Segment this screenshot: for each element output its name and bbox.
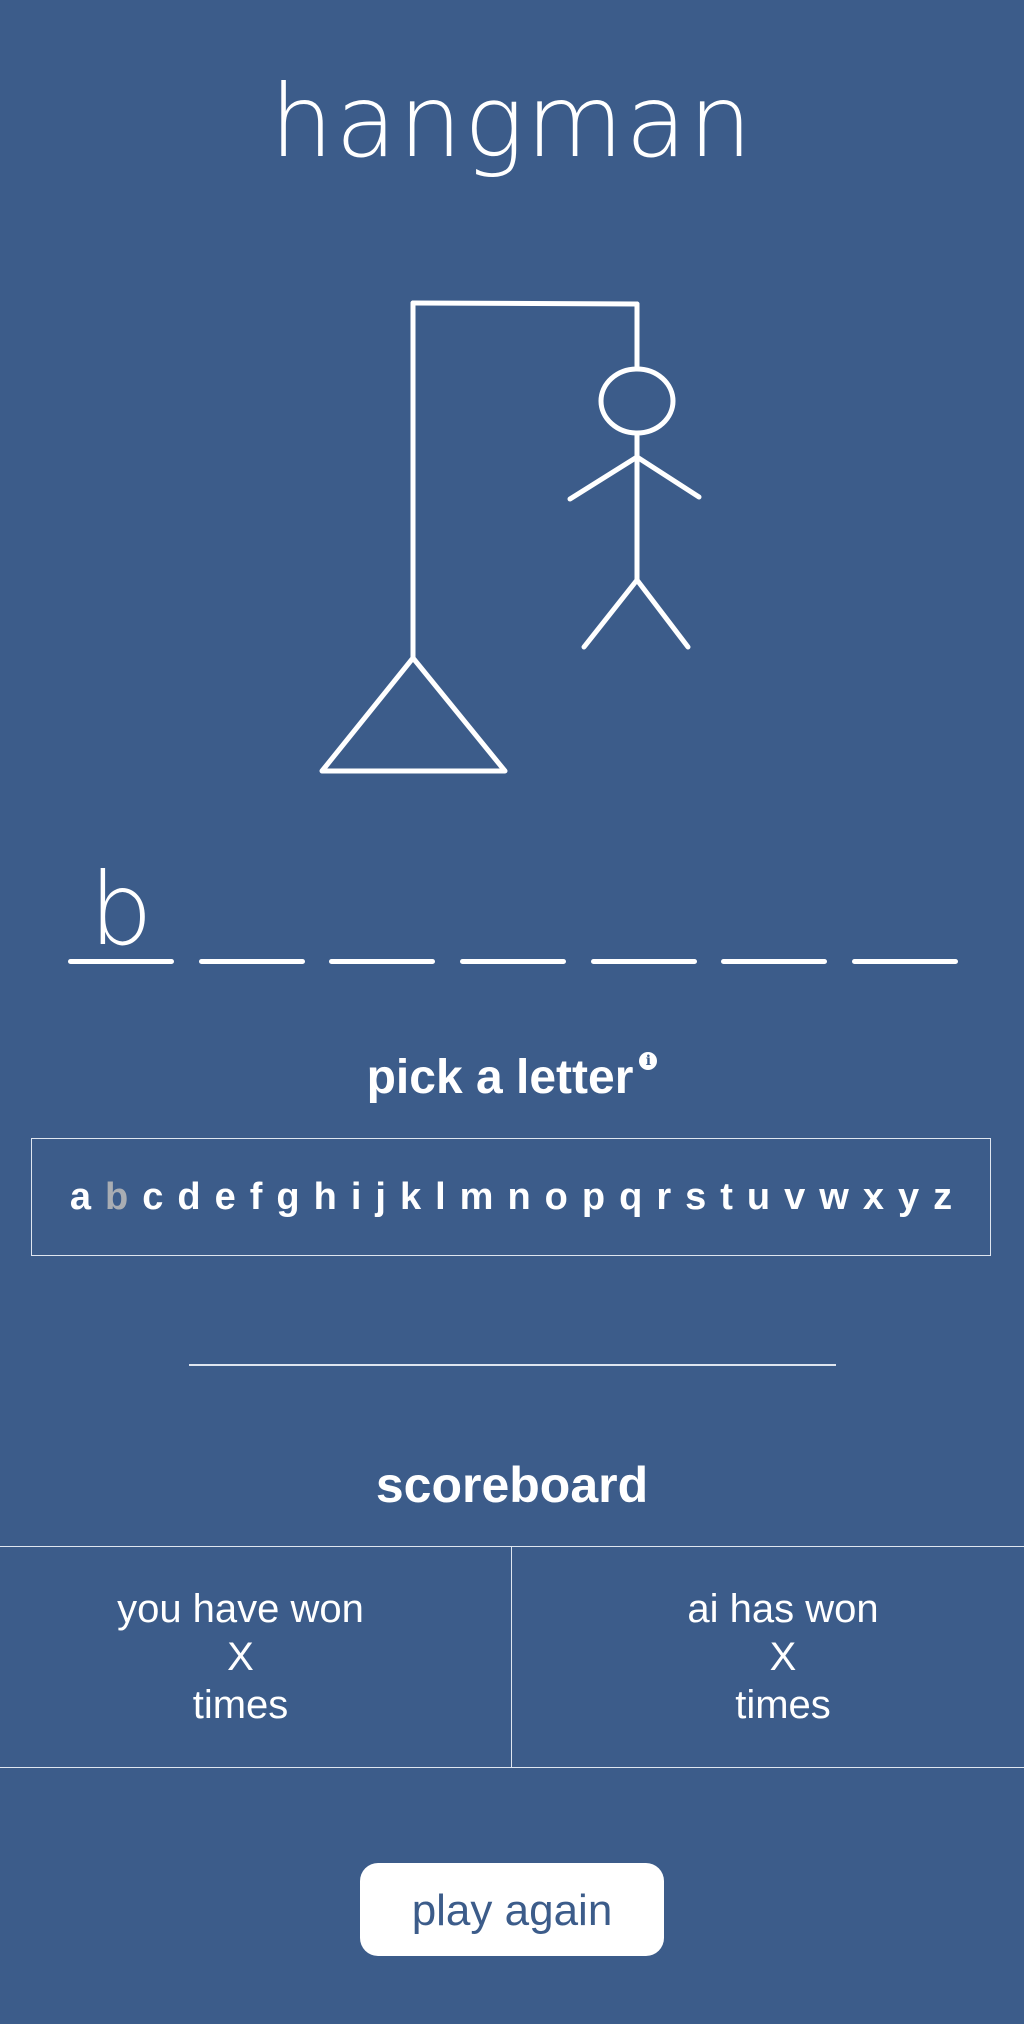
word-slot bbox=[590, 860, 697, 970]
letter-button-v[interactable]: v bbox=[777, 1173, 812, 1221]
letter-button-j[interactable]: j bbox=[368, 1173, 393, 1221]
letter-button-f[interactable]: f bbox=[243, 1173, 270, 1221]
play-again-button[interactable]: play again bbox=[360, 1863, 664, 1956]
letter-button-m[interactable]: m bbox=[453, 1173, 501, 1221]
info-icon[interactable]: i bbox=[639, 1052, 658, 1070]
man-right-arm bbox=[634, 454, 702, 500]
word-slot-underline bbox=[198, 959, 305, 964]
word-slot bbox=[851, 860, 958, 970]
word-slots: b bbox=[68, 860, 958, 970]
letter-button-k[interactable]: k bbox=[393, 1173, 428, 1221]
man-right-leg bbox=[634, 577, 691, 650]
ai-score-cell: ai has won X times bbox=[512, 1547, 1024, 1767]
letter-button-z[interactable]: z bbox=[926, 1173, 959, 1221]
word-slot-underline bbox=[590, 959, 697, 964]
letter-button-u[interactable]: u bbox=[740, 1173, 777, 1221]
word-slot: b bbox=[68, 860, 174, 970]
word-slot-underline bbox=[459, 959, 566, 964]
letter-button-w[interactable]: w bbox=[812, 1173, 856, 1221]
letter-button-y[interactable]: y bbox=[891, 1173, 926, 1221]
gallows-base bbox=[319, 655, 508, 774]
scoreboard-table: you have won X times ai has won X times bbox=[0, 1546, 1024, 1768]
hangman-drawing bbox=[319, 300, 702, 774]
word-slot-underline bbox=[329, 959, 436, 964]
player-score-label: you have won bbox=[117, 1587, 364, 1631]
word-slot-letter: b bbox=[89, 851, 153, 968]
word-slot-underline bbox=[851, 959, 958, 964]
word-slot bbox=[459, 860, 566, 970]
letter-button-q[interactable]: q bbox=[612, 1173, 649, 1221]
man-left-leg bbox=[581, 577, 640, 650]
letter-button-h[interactable]: h bbox=[307, 1173, 344, 1221]
letter-button-l[interactable]: l bbox=[428, 1173, 453, 1221]
letter-button-o[interactable]: o bbox=[538, 1173, 575, 1221]
ai-score-times: times bbox=[735, 1683, 831, 1727]
word-slot bbox=[329, 860, 436, 970]
player-score-cell: you have won X times bbox=[0, 1547, 512, 1767]
man-head bbox=[598, 366, 676, 436]
letter-button-e[interactable]: e bbox=[208, 1173, 243, 1221]
ai-score-count: X bbox=[769, 1635, 797, 1679]
word-slot bbox=[198, 860, 305, 970]
letter-button-x[interactable]: x bbox=[856, 1173, 891, 1221]
word-slot-underline bbox=[721, 959, 828, 964]
man-left-arm bbox=[567, 454, 640, 502]
word-slot-underline bbox=[68, 959, 174, 964]
scoreboard-title: scoreboard bbox=[375, 1457, 649, 1513]
gallows-beam bbox=[410, 300, 640, 307]
letter-button-s[interactable]: s bbox=[678, 1173, 713, 1221]
letter-button-b[interactable]: b bbox=[98, 1173, 135, 1221]
letter-button-g[interactable]: g bbox=[269, 1173, 306, 1221]
letter-button-n[interactable]: n bbox=[500, 1173, 537, 1221]
letter-button-c[interactable]: c bbox=[135, 1173, 170, 1221]
section-divider bbox=[189, 1364, 836, 1366]
game-title: hangman bbox=[269, 63, 755, 180]
pick-a-letter-label: pick a letter bbox=[366, 1051, 634, 1104]
player-score-times: times bbox=[192, 1683, 289, 1727]
word-slot bbox=[721, 860, 828, 970]
pick-a-letter-heading: pick a letter i bbox=[0, 1048, 1024, 1108]
ai-score-label: ai has won bbox=[687, 1587, 879, 1631]
letter-button-r[interactable]: r bbox=[649, 1173, 678, 1221]
letter-button-a[interactable]: a bbox=[63, 1173, 98, 1221]
letter-button-t[interactable]: t bbox=[713, 1173, 740, 1221]
player-score-count: X bbox=[227, 1635, 254, 1679]
letter-button-d[interactable]: d bbox=[170, 1173, 207, 1221]
letter-button-i[interactable]: i bbox=[344, 1173, 369, 1221]
letter-picker: abcdefghijklmnopqrstuvwxyz bbox=[31, 1138, 991, 1256]
letter-button-p[interactable]: p bbox=[575, 1173, 612, 1221]
